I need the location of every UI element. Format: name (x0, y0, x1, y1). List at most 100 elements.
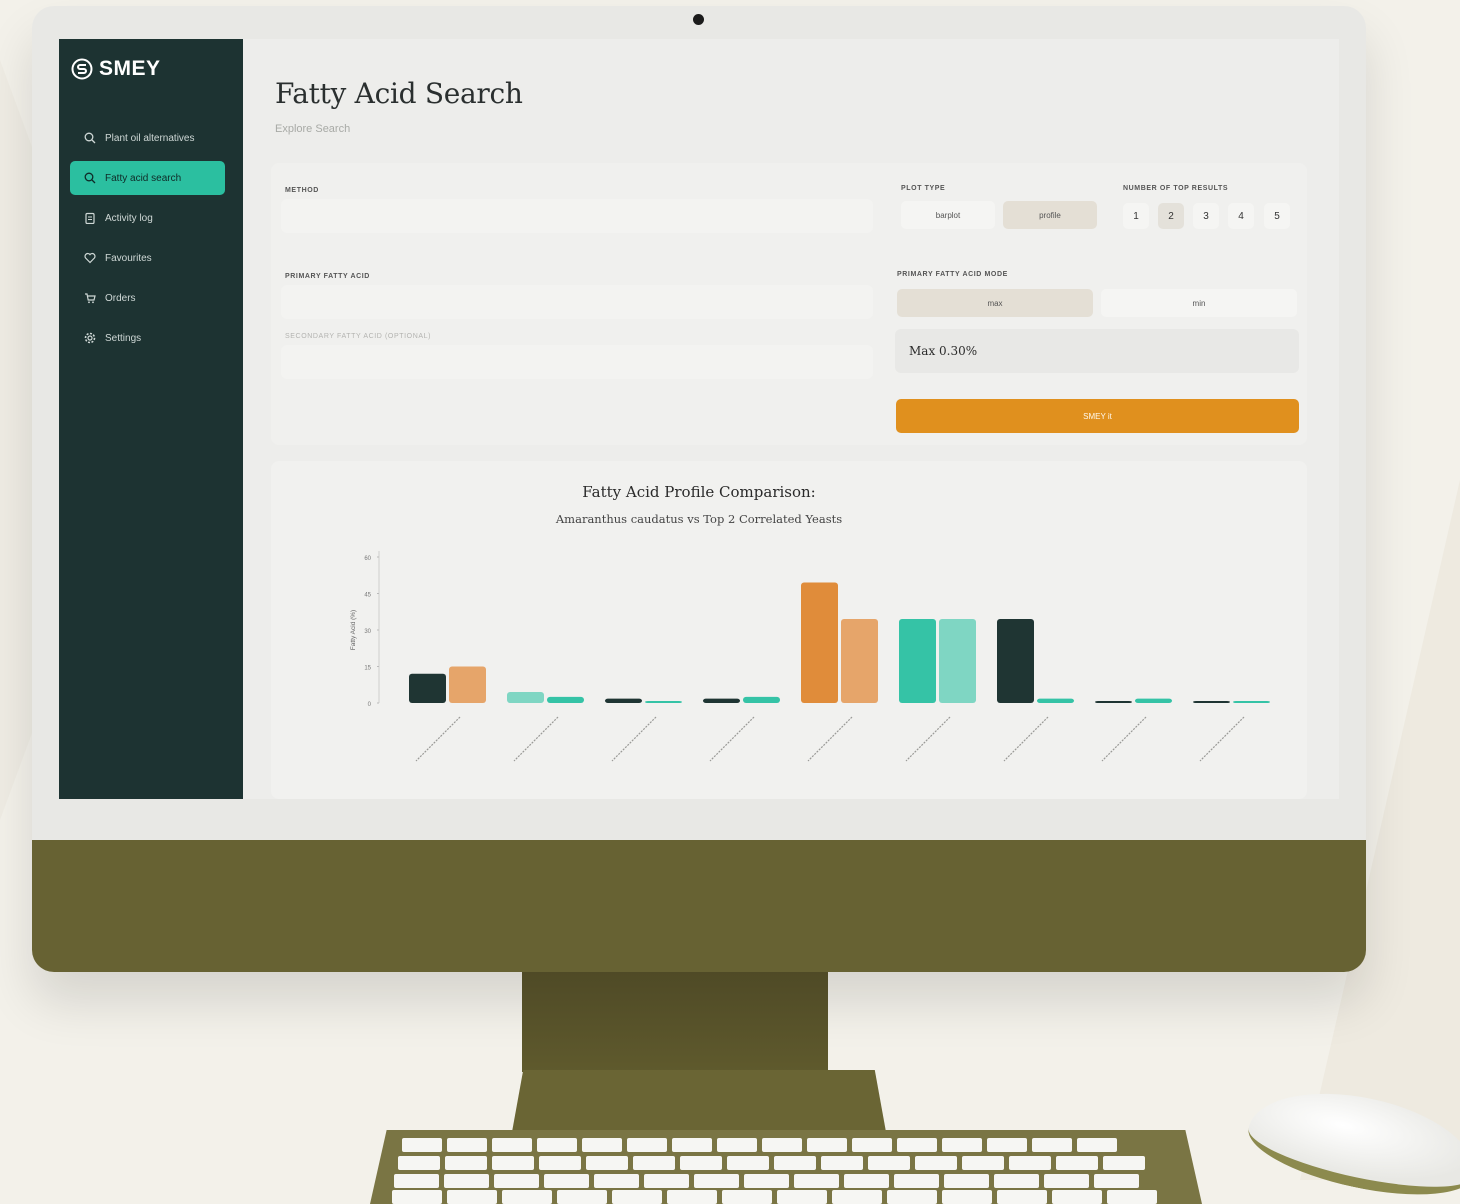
chart-bar (507, 692, 544, 703)
keyboard-key (722, 1190, 772, 1204)
y-tick-label: 30 (364, 629, 371, 635)
keyboard-key (444, 1174, 489, 1188)
keyboard-key (1056, 1156, 1098, 1170)
chart-bar (997, 619, 1034, 703)
keyboard-key (868, 1156, 910, 1170)
x-tick-label (1101, 716, 1147, 762)
keyboard-key (727, 1156, 769, 1170)
keyboard-key (394, 1174, 439, 1188)
keyboard-key (594, 1174, 639, 1188)
x-tick-label (1199, 716, 1245, 762)
keyboard-key (774, 1156, 816, 1170)
monitor-stand-neck (522, 972, 828, 1072)
chart-bar (449, 666, 486, 703)
chart-bar (801, 582, 838, 703)
chart-bar (899, 619, 936, 703)
y-tick-label: 60 (364, 556, 371, 562)
keyboard-key (852, 1138, 892, 1152)
chart-bar (645, 701, 682, 703)
monitor-chin (32, 840, 1366, 972)
y-axis-label: Fatty Acid (%) (350, 610, 357, 650)
keyboard-key (844, 1174, 889, 1188)
chart-bar (1095, 701, 1132, 703)
keyboard-key (962, 1156, 1004, 1170)
keyboard-key (997, 1190, 1047, 1204)
y-tick-label: 0 (368, 702, 372, 708)
x-tick-label (513, 716, 559, 762)
keyboard-key (494, 1174, 539, 1188)
keyboard-key (915, 1156, 957, 1170)
keyboard-key (1009, 1156, 1051, 1170)
monitor-stand-foot (512, 1070, 886, 1132)
keyboard-key (942, 1138, 982, 1152)
x-tick-label (611, 716, 657, 762)
chart-bar (703, 698, 740, 703)
x-tick-label (905, 716, 951, 762)
chart-bar (1233, 701, 1270, 703)
keyboard-key (447, 1138, 487, 1152)
keyboard-key (794, 1174, 839, 1188)
camera-dot (693, 14, 704, 25)
keyboard-key (492, 1156, 534, 1170)
keyboard-key (644, 1174, 689, 1188)
keyboard-key (1052, 1190, 1102, 1204)
chart-bar (841, 619, 878, 703)
keyboard-key (894, 1174, 939, 1188)
x-tick-label (415, 716, 461, 762)
chart-bar (939, 619, 976, 703)
keyboard-key (502, 1190, 552, 1204)
y-tick-label: 15 (364, 666, 371, 672)
keyboard-key (1094, 1174, 1139, 1188)
keyboard-key (537, 1138, 577, 1152)
keyboard-key (1044, 1174, 1089, 1188)
keyboard-key (627, 1138, 667, 1152)
keyboard-key (887, 1190, 937, 1204)
keyboard-key (557, 1190, 607, 1204)
keyboard-key (762, 1138, 802, 1152)
keyboard-key (744, 1174, 789, 1188)
keyboard-keys (392, 1138, 1157, 1204)
keyboard-key (994, 1174, 1039, 1188)
keyboard-key (633, 1156, 675, 1170)
keyboard-key (987, 1138, 1027, 1152)
x-tick-label (1003, 716, 1049, 762)
keyboard-key (897, 1138, 937, 1152)
keyboard-key (492, 1138, 532, 1152)
chart-bar (605, 698, 642, 703)
app-screen: SMEY Plant oil alternatives Fatty acid s… (59, 39, 1339, 799)
chart-bar (1135, 698, 1172, 703)
keyboard-key (539, 1156, 581, 1170)
keyboard-key (586, 1156, 628, 1170)
keyboard-key (667, 1190, 717, 1204)
chart-bar (409, 673, 446, 703)
keyboard-key (1032, 1138, 1072, 1152)
chart-bar (1193, 701, 1230, 703)
monitor: SMEY Plant oil alternatives Fatty acid s… (32, 6, 1366, 972)
y-tick-label: 45 (364, 593, 371, 599)
x-tick-label (709, 716, 755, 762)
keyboard-key (392, 1190, 442, 1204)
keyboard-key (1107, 1190, 1157, 1204)
bar-chart: 0 15 30 45 60 Fatty Acid (%) (350, 551, 1270, 762)
keyboard-key (672, 1138, 712, 1152)
x-tick-label (807, 716, 853, 762)
keyboard-key (612, 1190, 662, 1204)
chart-bar (1037, 698, 1074, 703)
keyboard-key (821, 1156, 863, 1170)
keyboard-key (582, 1138, 622, 1152)
chart-bar (547, 696, 584, 703)
keyboard-key (544, 1174, 589, 1188)
keyboard-key (777, 1190, 827, 1204)
keyboard-key (680, 1156, 722, 1170)
keyboard-key (807, 1138, 847, 1152)
keyboard-key (1077, 1138, 1117, 1152)
keyboard-key (942, 1190, 992, 1204)
keyboard-key (445, 1156, 487, 1170)
keyboard-key (402, 1138, 442, 1152)
keyboard-key (694, 1174, 739, 1188)
keyboard-key (832, 1190, 882, 1204)
chart-bar (743, 696, 780, 703)
monitor-bezel: SMEY Plant oil alternatives Fatty acid s… (32, 6, 1366, 840)
keyboard-key (398, 1156, 440, 1170)
keyboard-key (1103, 1156, 1145, 1170)
